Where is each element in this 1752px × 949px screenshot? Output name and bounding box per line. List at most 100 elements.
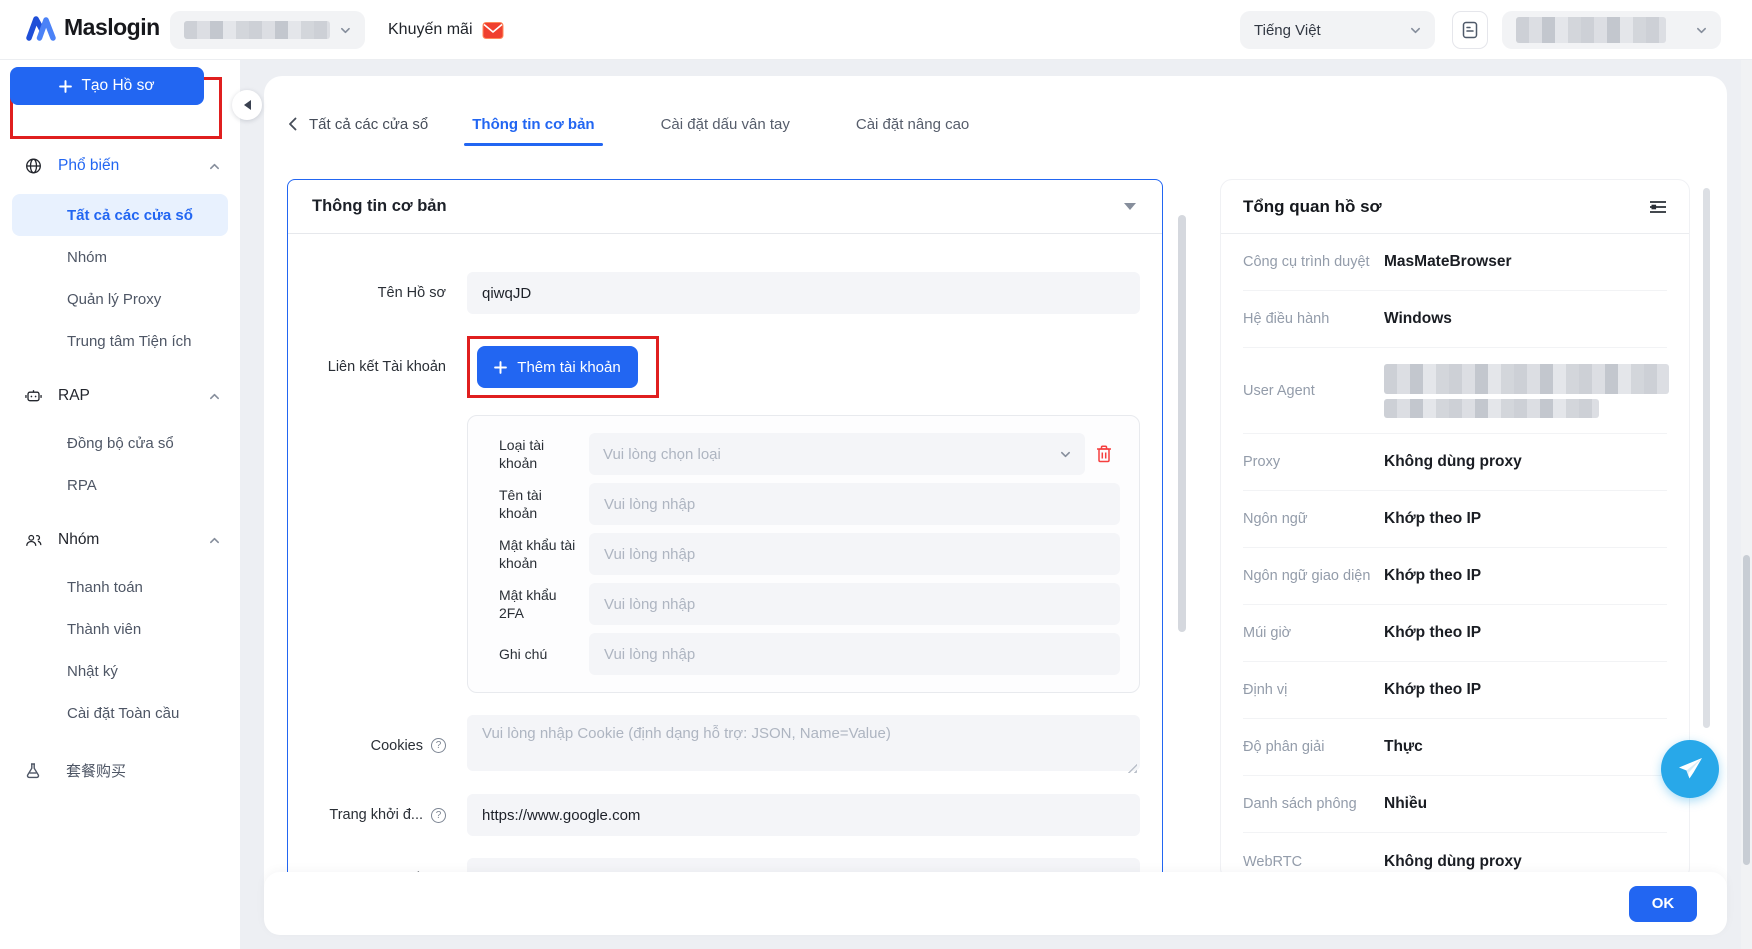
overview-label: Ngôn ngữ giao diện [1243,568,1384,584]
delete-account-button[interactable] [1096,445,1112,463]
section-label: Phổ biến [58,157,209,175]
sidebar-item-groups[interactable]: Nhóm [0,236,240,278]
language-selector[interactable]: Tiếng Việt [1240,11,1435,49]
add-account-button[interactable]: Thêm tài khoản [477,346,638,388]
account-type-select[interactable]: Vui lòng chọn loại [589,433,1085,475]
overview-row: Công cụ trình duyệt MasMateBrowser [1243,234,1667,291]
overview-row-user-agent: User Agent [1243,348,1667,434]
account-2fa-label: Mật khẩu 2FA [499,586,589,622]
triangle-left-icon [244,100,251,110]
create-profile-button[interactable]: Tạo Hồ sơ [10,67,204,105]
tab-advanced-settings[interactable]: Cài đặt nâng cao [854,107,971,142]
overview-row: Proxy Không dùng proxy [1243,434,1667,491]
plus-icon [494,361,507,374]
overview-value: MasMateBrowser [1384,253,1512,271]
profile-overview-panel: Tổng quan hồ sơ Công cụ trình duyệt MasM… [1220,179,1690,880]
workspace-dropdown[interactable] [170,11,365,49]
overview-value: Không dùng proxy [1384,453,1522,471]
sidebar-item-billing[interactable]: Thanh toán [0,566,240,608]
sidebar-item-label: Đồng bộ cửa sổ [67,435,174,452]
cookies-textarea[interactable] [467,715,1140,771]
annotation-box-add-account: Thêm tài khoản [467,336,659,398]
sidebar-item-all-windows[interactable]: Tất cả các cửa sổ [12,194,228,236]
account-note-input[interactable] [589,633,1120,675]
chevron-down-icon [340,25,351,36]
user-account-dropdown[interactable] [1502,11,1721,49]
overview-label: Hệ điều hành [1243,311,1384,327]
trash-icon [1096,445,1112,463]
sidebar-item-window-sync[interactable]: Đồng bộ cửa sổ [0,422,240,464]
filter-icon[interactable] [1649,199,1667,215]
account-password-label: Mật khẩu tài khoản [499,536,589,572]
overview-label: Định vị [1243,682,1384,698]
profile-name-input[interactable] [467,272,1140,314]
sidebar-item-label: Nhật ký [67,663,118,680]
paper-plane-icon [1676,756,1704,782]
sidebar-section-rap[interactable]: RAP [0,378,240,414]
tab-fingerprint-settings[interactable]: Cài đặt dấu vân tay [659,107,792,142]
brand-logo: Maslogin [26,14,160,41]
sidebar-item-members[interactable]: Thành viên [0,608,240,650]
collapse-caret-icon[interactable] [1124,203,1136,210]
sidebar-item-purchase-plan[interactable]: 套餐购买 [0,750,240,790]
link-account-label: Liên kết Tài khoản [288,359,467,375]
sidebar-item-logs[interactable]: Nhật ký [0,650,240,692]
robot-icon [25,387,42,405]
content-scrollbar[interactable] [1178,215,1186,632]
overview-row: Ngôn ngữ giao diện Khớp theo IP [1243,548,1667,605]
help-icon[interactable]: ? [431,808,446,823]
tab-basic-info[interactable]: Thông tin cơ bản [470,107,596,142]
account-2fa-input[interactable] [589,583,1120,625]
ok-button[interactable]: OK [1629,886,1697,922]
overview-row: Danh sách phông Nhiều [1243,776,1667,833]
flask-icon [25,762,41,779]
basic-info-card-header[interactable]: Thông tin cơ bản [288,180,1162,234]
chevron-left-icon [288,117,297,131]
tab-bar: Tất cả các cửa sổ Thông tin cơ bản Cài đ… [288,104,971,144]
sidebar-item-label: Tất cả các cửa sổ [67,207,193,224]
tab-label: Thông tin cơ bản [472,116,594,133]
window-scrollbar-thumb[interactable] [1743,555,1750,865]
docs-button[interactable] [1452,11,1488,49]
account-username-label: Tên tài khoản [499,486,589,522]
tab-label: Cài đặt dấu vân tay [661,116,790,133]
overview-value: Khớp theo IP [1384,510,1481,528]
overview-value: Khớp theo IP [1384,681,1481,699]
sidebar-item-label: Trung tâm Tiện ích [67,333,192,350]
sidebar-section-team[interactable]: Nhóm [0,522,240,558]
select-placeholder: Vui lòng chọn loại [603,446,721,463]
redacted-user-agent [1384,364,1669,418]
overview-label: Múi giờ [1243,625,1384,641]
plus-icon [59,80,72,93]
chevron-up-icon [209,391,220,402]
profile-name-label: Tên Hồ sơ [288,285,467,301]
sidebar-item-rpa[interactable]: RPA [0,464,240,506]
back-to-all-windows[interactable]: Tất cả các cửa sổ [288,116,428,133]
account-username-input[interactable] [589,483,1120,525]
sidebar-item-proxy-management[interactable]: Quản lý Proxy [0,278,240,320]
create-profile-label: Tạo Hồ sơ [81,77,154,95]
team-icon [25,532,42,549]
add-account-label: Thêm tài khoản [517,359,620,376]
red-envelope-icon [482,21,504,40]
sidebar-item-global-settings[interactable]: Cài đặt Toàn cầu [0,692,240,734]
overview-label: Danh sách phông [1243,796,1384,812]
sidebar-item-label: Thanh toán [67,579,143,596]
start-page-input[interactable] [467,794,1140,836]
collapse-panel-button[interactable] [232,90,262,120]
help-icon[interactable]: ? [431,738,446,753]
account-password-input[interactable] [589,533,1120,575]
overview-value: Khớp theo IP [1384,624,1481,642]
window-scrollbar[interactable] [1741,60,1752,949]
purchase-plan-label: 套餐购买 [66,760,126,781]
sidebar: Tạo Hồ sơ Phổ biến Tất cả các cửa sổ Nhó… [0,60,240,949]
telegram-float-button[interactable] [1661,740,1719,798]
chevron-down-icon [1410,25,1421,36]
promo-link[interactable]: Khuyến mãi [388,0,504,60]
sidebar-item-utility-center[interactable]: Trung tâm Tiện ích [0,320,240,362]
panel-scrollbar[interactable] [1703,188,1710,728]
tab-label: Cài đặt nâng cao [856,116,969,133]
overview-row: Định vị Khớp theo IP [1243,662,1667,719]
overview-label: Công cụ trình duyệt [1243,254,1384,270]
sidebar-section-pho-bien[interactable]: Phổ biến [0,148,240,184]
